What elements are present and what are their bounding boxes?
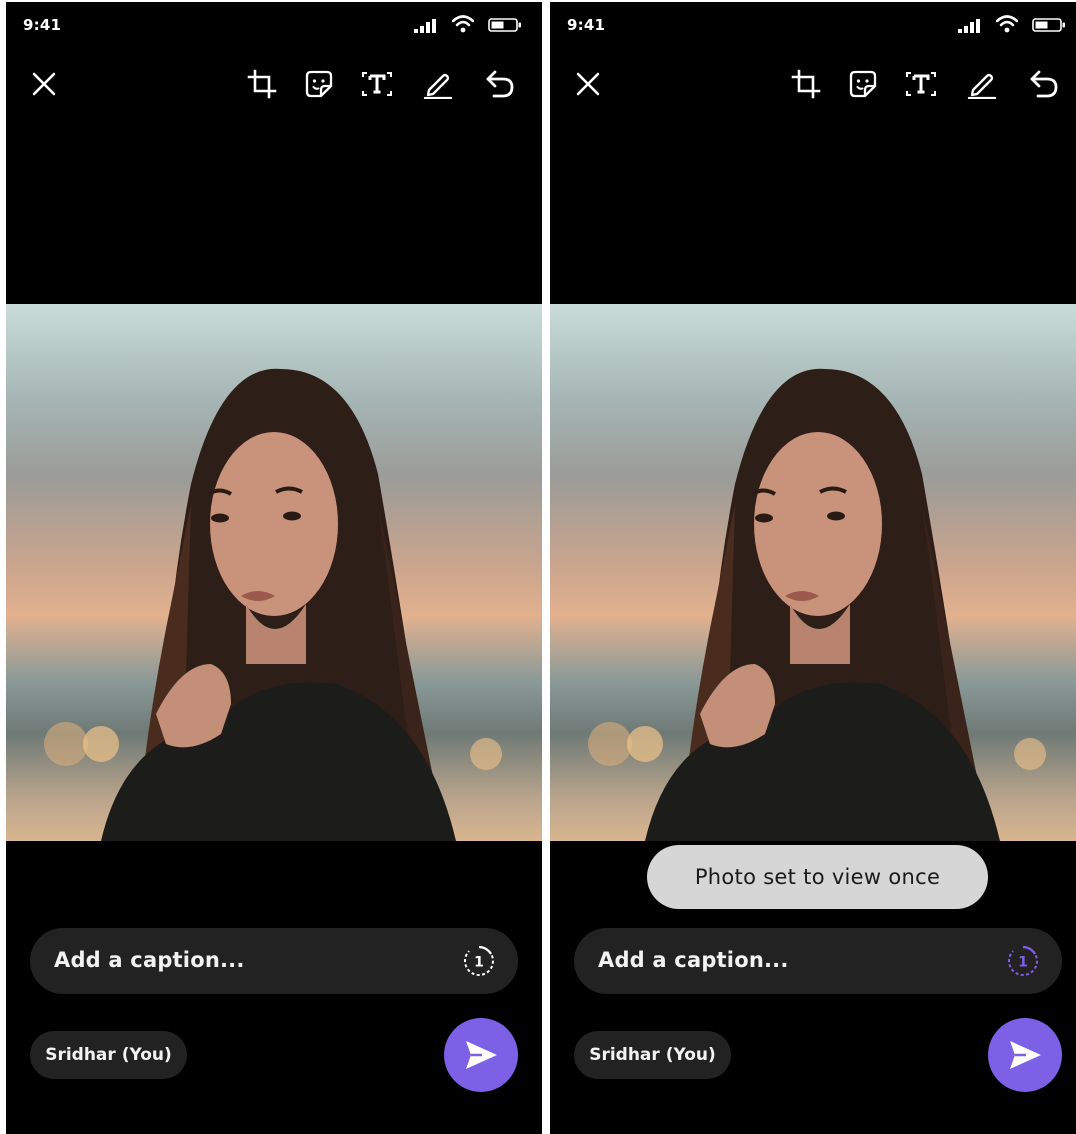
editor-screen-default: 9:41 Add a caption... 1 Sridhar (You): [6, 2, 542, 1134]
status-time: 9:41: [567, 16, 606, 34]
signal-icon: [958, 19, 980, 33]
wifi-icon: [452, 15, 474, 33]
portrait-image: [588, 368, 1046, 841]
undo-button[interactable]: [1024, 64, 1064, 104]
close-icon: [576, 72, 600, 96]
text-icon: [906, 72, 936, 96]
portrait-image: [44, 368, 502, 841]
caption-input[interactable]: Add a caption... 1: [574, 928, 1062, 994]
status-bar: 9:41: [550, 2, 1076, 46]
recipient-name: Sridhar (You): [45, 1045, 172, 1065]
editor-screen-view-once: 9:41 Photo set to view once Add a captio…: [550, 2, 1076, 1134]
photo-preview[interactable]: [6, 304, 542, 841]
view-once-icon[interactable]: 1: [1006, 944, 1040, 978]
undo-icon: [486, 70, 514, 98]
photo-preview[interactable]: [550, 304, 1076, 841]
close-button[interactable]: [568, 64, 608, 104]
recipient-chip[interactable]: Sridhar (You): [30, 1031, 187, 1079]
status-time: 9:41: [23, 16, 62, 34]
close-icon: [32, 72, 56, 96]
text-icon: [362, 72, 392, 96]
view-once-toast: Photo set to view once: [647, 845, 988, 909]
send-icon: [1010, 1041, 1041, 1069]
view-once-label: 1: [1018, 955, 1028, 971]
battery-icon: [1032, 18, 1065, 32]
draw-icon: [423, 73, 453, 99]
send-button[interactable]: [988, 1018, 1062, 1092]
send-button[interactable]: [444, 1018, 518, 1092]
caption-placeholder: Add a caption...: [54, 948, 245, 972]
wifi-icon: [996, 15, 1018, 33]
draw-button[interactable]: [962, 64, 1002, 104]
text-button[interactable]: [357, 64, 397, 104]
crop-icon: [791, 69, 821, 99]
sticker-icon: [849, 70, 877, 98]
text-button[interactable]: [901, 64, 941, 104]
view-once-label: 1: [474, 955, 484, 971]
close-button[interactable]: [24, 64, 64, 104]
undo-icon: [1030, 70, 1058, 98]
draw-icon: [967, 73, 997, 99]
undo-button[interactable]: [480, 64, 520, 104]
caption-input[interactable]: Add a caption... 1: [30, 928, 518, 994]
draw-button[interactable]: [418, 64, 458, 104]
sticker-button[interactable]: [843, 64, 883, 104]
signal-icon: [414, 19, 436, 33]
sticker-icon: [305, 70, 333, 98]
caption-placeholder: Add a caption...: [598, 948, 789, 972]
recipient-chip[interactable]: Sridhar (You): [574, 1031, 731, 1079]
crop-button[interactable]: [786, 64, 826, 104]
crop-button[interactable]: [242, 64, 282, 104]
status-bar: 9:41: [6, 2, 542, 46]
view-once-icon[interactable]: 1: [462, 944, 496, 978]
send-icon: [466, 1041, 497, 1069]
recipient-name: Sridhar (You): [589, 1045, 716, 1065]
sticker-button[interactable]: [299, 64, 339, 104]
battery-icon: [488, 18, 521, 32]
crop-icon: [247, 69, 277, 99]
